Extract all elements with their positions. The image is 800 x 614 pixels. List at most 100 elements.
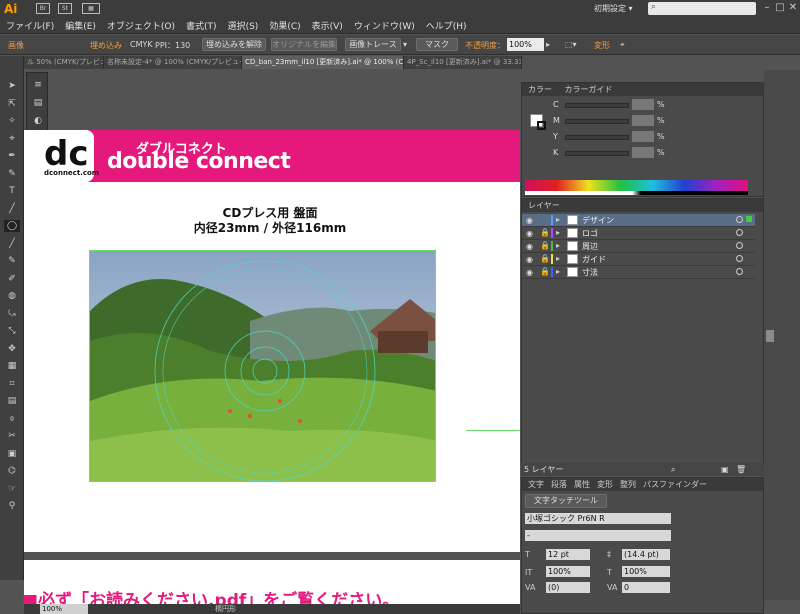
gradient-swatch-icon[interactable]: ▤ [30, 97, 46, 109]
tab-layers[interactable]: レイヤー [522, 199, 763, 212]
hscale-field[interactable]: 100% [622, 566, 670, 577]
close-icon[interactable]: ✕ [786, 2, 800, 14]
document-tab[interactable]: ル 50% (CMYK/プレビュー) [24, 56, 104, 69]
menu-item-5[interactable]: 効果(C) [269, 19, 300, 32]
magic-wand-icon[interactable]: ✧ [4, 115, 20, 127]
gradient-icon[interactable]: ▣ [4, 448, 20, 460]
mask-button[interactable]: マスク [416, 38, 458, 51]
search-input[interactable]: ⌕ [648, 2, 756, 15]
kerning-field[interactable]: (0) [546, 582, 590, 593]
layer-row[interactable]: ◉ ▸ デザイン [522, 214, 755, 227]
font-size-field[interactable]: 12 pt [546, 549, 590, 560]
expand-arrow-icon[interactable]: ▸ [556, 254, 560, 263]
document-tab[interactable]: CD_ban_23mm_il10 [更新済み].ai* @ 100% (CMYK… [242, 56, 404, 69]
target-icon[interactable] [736, 242, 743, 249]
blob-brush-icon[interactable]: ✐ [4, 273, 20, 285]
type-icon[interactable]: T [4, 185, 20, 197]
perspective-icon[interactable]: ▤ [4, 395, 20, 407]
eye-icon[interactable]: ◉ [526, 268, 533, 277]
expand-arrow-icon[interactable]: ▸ [556, 228, 560, 237]
vscale-field[interactable]: 100% [546, 566, 590, 577]
char-panel-tab[interactable]: 整列 [620, 478, 636, 491]
channel-slider[interactable] [565, 151, 629, 156]
expand-arrow-icon[interactable]: ▸ [556, 215, 560, 224]
zoom-icon[interactable]: ⚲ [4, 500, 20, 512]
font-family-field[interactable]: 小塚ゴシック Pr6N R [525, 513, 671, 524]
eraser-icon[interactable]: ◍ [4, 290, 20, 302]
eye-icon[interactable]: ◉ [526, 242, 533, 251]
stock-icon[interactable]: St [58, 3, 72, 14]
lock-icon[interactable]: 🔒 [540, 228, 550, 237]
shape-builder-icon[interactable]: ⌗ [4, 378, 20, 390]
curvature-icon[interactable]: ✎ [4, 168, 20, 180]
menu-item-0[interactable]: ファイル(F) [6, 19, 54, 32]
embedded-link[interactable]: 埋め込み [90, 40, 122, 51]
menu-item-4[interactable]: 選択(S) [228, 19, 259, 32]
appearance-icon[interactable]: ◐ [30, 115, 46, 127]
channel-value-field[interactable] [632, 115, 654, 126]
eye-icon[interactable]: ◉ [526, 216, 533, 225]
warp-icon[interactable]: ✥ [4, 343, 20, 355]
line-icon[interactable]: ╱ [4, 203, 20, 215]
char-panel-tab[interactable]: 属性 [574, 478, 590, 491]
menu-icon[interactable]: ≡ [30, 79, 46, 91]
lasso-icon[interactable]: ⌖ [4, 133, 20, 145]
menu-item-3[interactable]: 書式(T) [186, 19, 217, 32]
menu-item-2[interactable]: オブジェクト(O) [107, 19, 175, 32]
scale-icon[interactable]: ⤡ [4, 325, 20, 337]
target-icon[interactable] [736, 255, 743, 262]
document-tab[interactable]: 4P_Sc_il10 [更新済み].ai* @ 33.33% (CMYK/プレビ… [404, 56, 522, 69]
recolor-icon[interactable]: ⬚▾ [565, 40, 577, 49]
bridge-icon[interactable]: Br [36, 3, 50, 14]
rotate-icon[interactable]: ⤿ [4, 308, 20, 320]
menu-item-8[interactable]: ヘルプ(H) [426, 19, 467, 32]
target-icon[interactable] [736, 268, 743, 275]
touch-type-button[interactable]: 文字タッチツール [525, 494, 607, 508]
pencil-icon[interactable]: ✎ [4, 255, 20, 267]
char-panel-tab[interactable]: 文字 [528, 478, 544, 491]
hand-icon[interactable]: ☞ [4, 483, 20, 495]
layer-row[interactable]: ◉ 🔒 ▸ 周辺 [522, 240, 755, 253]
trash-icon[interactable]: 🗑 [736, 463, 746, 476]
selection-indicator[interactable] [746, 216, 752, 222]
arrange-documents-icon[interactable]: ▦ [82, 3, 100, 14]
ellipse-icon[interactable]: ◯ [4, 220, 20, 232]
font-style-field[interactable]: - [525, 530, 671, 541]
channel-slider[interactable] [565, 135, 629, 140]
pen-icon[interactable]: ✒ [4, 150, 20, 162]
layer-row[interactable]: ◉ 🔒 ▸ 寸法 [522, 266, 755, 279]
chevron-right-icon[interactable]: ▸ [546, 40, 550, 49]
layer-row[interactable]: ◉ 🔒 ▸ ロゴ [522, 227, 755, 240]
new-layer-icon[interactable]: ▣ [721, 463, 729, 476]
maximize-icon[interactable]: □ [773, 2, 787, 14]
char-panel-tab[interactable]: パスファインダー [643, 478, 707, 491]
layer-row[interactable]: ◉ 🔒 ▸ ガイド [522, 253, 755, 266]
edit-original-button[interactable]: オリジナルを編集 [271, 38, 337, 51]
opacity-label[interactable]: 不透明度： [465, 40, 505, 51]
expand-arrow-icon[interactable]: ▸ [556, 241, 560, 250]
landscape-image[interactable] [89, 250, 436, 482]
free-transform-icon[interactable]: ▦ [4, 360, 20, 372]
eye-icon[interactable]: ◉ [526, 255, 533, 264]
target-icon[interactable] [736, 229, 743, 236]
direct-selection-icon[interactable]: ⇱ [4, 98, 20, 110]
target-icon[interactable] [736, 216, 743, 223]
channel-slider[interactable] [565, 103, 629, 108]
channel-slider[interactable] [565, 119, 629, 124]
char-panel-tab[interactable]: 段落 [551, 478, 567, 491]
isolate-icon[interactable]: ⌖ [620, 40, 625, 50]
channel-value-field[interactable] [632, 99, 654, 110]
workspace-switcher[interactable]: 初期設定 ▾ [594, 3, 633, 14]
bw-spectrum[interactable] [525, 191, 748, 195]
channel-value-field[interactable] [632, 131, 654, 142]
opacity-field[interactable]: 100% [507, 38, 544, 51]
locate-icon[interactable]: ⌕ [671, 463, 675, 476]
menu-item-6[interactable]: 表示(V) [312, 19, 343, 32]
tab-color[interactable]: カラー [528, 85, 552, 94]
lock-icon[interactable]: 🔒 [540, 254, 550, 263]
expand-arrow-icon[interactable]: ▸ [556, 267, 560, 276]
tracking-field[interactable]: 0 [622, 582, 670, 593]
menu-item-7[interactable]: ウィンドウ(W) [354, 19, 415, 32]
stroke-swatch[interactable] [537, 121, 546, 130]
minimize-icon[interactable]: – [760, 2, 774, 14]
